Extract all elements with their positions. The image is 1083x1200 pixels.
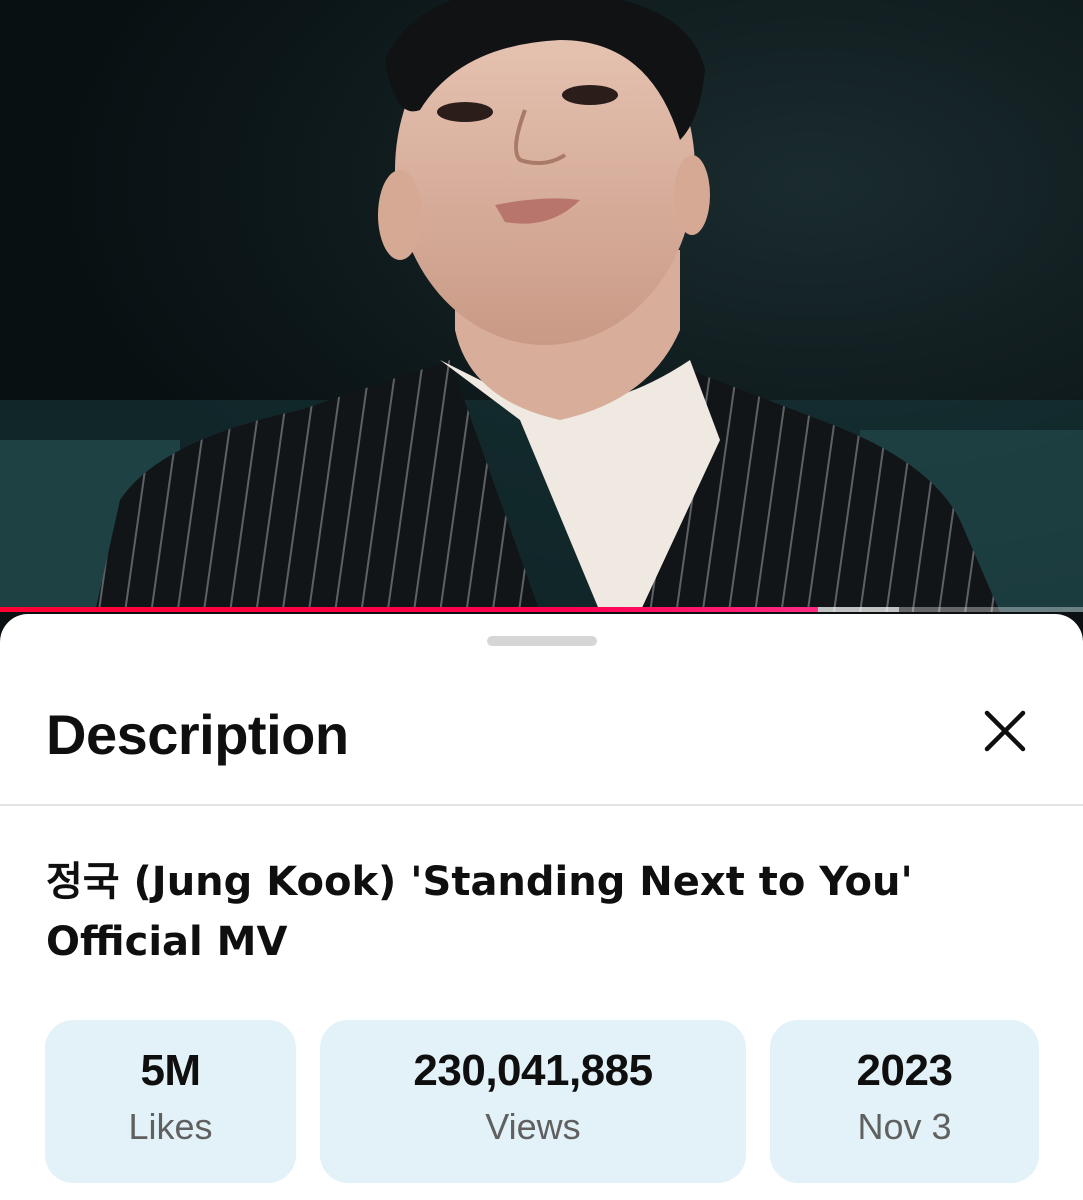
video-frame-illustration — [0, 0, 1083, 612]
video-played-bar — [0, 607, 818, 612]
header-divider — [0, 804, 1083, 806]
close-icon — [984, 710, 1026, 752]
stats-row: 5M Likes 230,041,885 Views 2023 Nov 3 — [45, 1020, 1039, 1183]
likes-count: 5M — [140, 1046, 201, 1095]
description-sheet: Description 정국 (Jung Kook) 'Standing Nex… — [0, 614, 1083, 1200]
likes-stat: 5M Likes — [45, 1020, 296, 1183]
publish-year: 2023 — [856, 1046, 953, 1095]
sheet-title: Description — [46, 703, 349, 766]
publish-date: Nov 3 — [857, 1106, 952, 1147]
close-button[interactable] — [968, 694, 1042, 768]
video-player[interactable] — [0, 0, 1083, 612]
likes-label: Likes — [128, 1106, 213, 1147]
sheet-header: Description — [0, 674, 1083, 804]
date-stat: 2023 Nov 3 — [770, 1020, 1039, 1183]
views-count: 230,041,885 — [413, 1046, 653, 1095]
views-label: Views — [485, 1106, 581, 1147]
views-stat: 230,041,885 Views — [320, 1020, 746, 1183]
video-title: 정국 (Jung Kook) 'Standing Next to You' Of… — [46, 859, 913, 965]
video-progress-bar[interactable] — [0, 607, 1083, 612]
youtube-description-screen: Description 정국 (Jung Kook) 'Standing Nex… — [0, 0, 1083, 1200]
drag-handle[interactable] — [487, 636, 597, 646]
